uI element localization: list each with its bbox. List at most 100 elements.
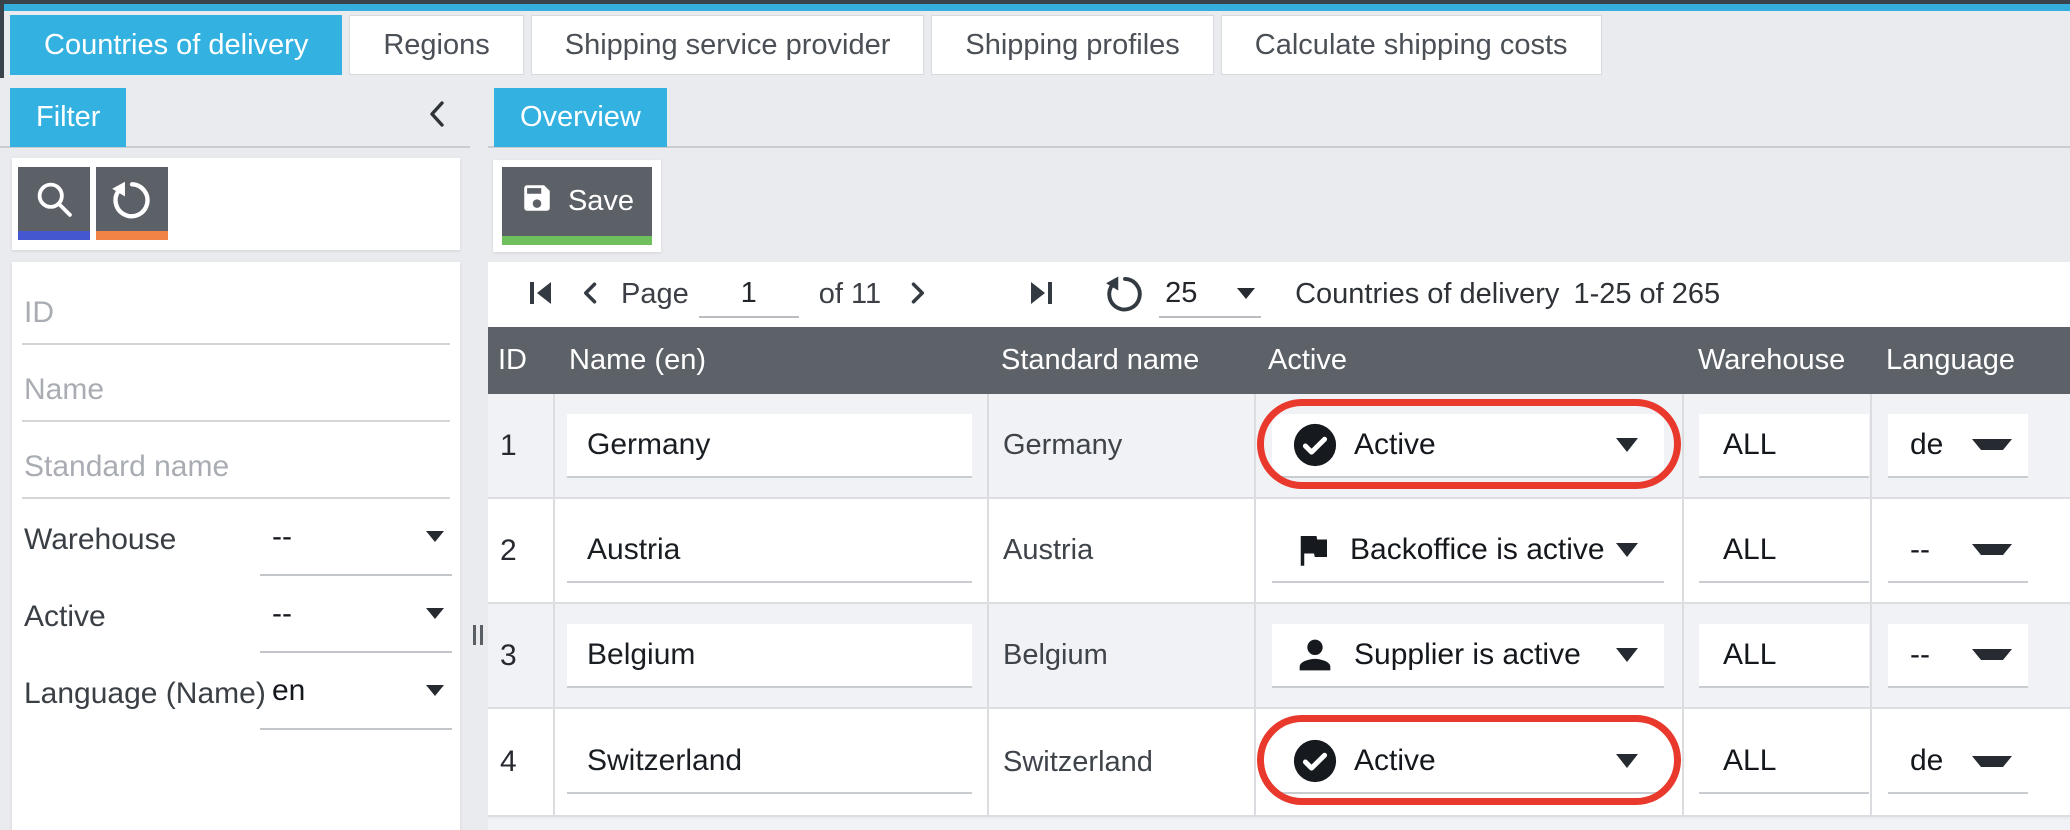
tab-shipping-profiles[interactable]: Shipping profiles xyxy=(931,15,1213,75)
caret-down-icon xyxy=(426,608,444,619)
person-icon xyxy=(1292,632,1338,678)
caret-down-icon xyxy=(1616,754,1638,768)
language-select[interactable]: -- xyxy=(1888,519,2028,583)
tab-countries-of-delivery[interactable]: Countries of delivery xyxy=(10,15,342,75)
row-id: 1 xyxy=(488,394,553,497)
table-row-partial xyxy=(488,819,2070,830)
warehouse-box[interactable]: ALL xyxy=(1699,730,1869,794)
filter-form-card: Warehouse -- Active -- Language (Name) e… xyxy=(12,262,460,830)
previous-page-button[interactable] xyxy=(577,277,605,312)
header-name-en: Name (en) xyxy=(553,344,987,377)
chevron-right-icon xyxy=(903,277,931,312)
row-warehouse-cell: ALL xyxy=(1682,499,1870,602)
caret-down-icon xyxy=(1972,756,2012,767)
row-id: 2 xyxy=(488,499,553,602)
save-button[interactable]: Save xyxy=(502,167,652,245)
language-value: -- xyxy=(1888,638,1930,672)
results-summary: Countries of delivery1-25 of 265 xyxy=(1295,278,1720,311)
tab-overview[interactable]: Overview xyxy=(494,88,667,147)
countries-table: ID Name (en) Standard name Active Wareho… xyxy=(488,327,2070,830)
rows-per-page-select[interactable]: 25 xyxy=(1159,272,1261,318)
row-warehouse-cell: ALL xyxy=(1682,709,1870,815)
active-filter-value: -- xyxy=(272,597,292,631)
row-language-cell: -- xyxy=(1870,604,2068,707)
refresh-button[interactable] xyxy=(1103,271,1147,318)
last-page-icon xyxy=(1025,277,1057,312)
tab-shipping-service-provider[interactable]: Shipping service provider xyxy=(531,15,925,75)
name-input-box xyxy=(567,624,972,688)
page-label: Page xyxy=(621,278,689,311)
active-status-label: Backoffice is active xyxy=(1350,533,1605,567)
rows-per-page-value: 25 xyxy=(1165,277,1197,310)
id-filter-input[interactable] xyxy=(22,268,450,343)
main-tab-bar: Countries of delivery Regions Shipping s… xyxy=(10,15,1602,75)
reset-filter-button[interactable] xyxy=(96,167,168,240)
filter-field-id xyxy=(22,268,450,345)
standard-name-filter-input[interactable] xyxy=(22,422,450,497)
language-select[interactable]: de xyxy=(1888,730,2028,794)
header-active: Active xyxy=(1254,344,1682,377)
language-filter-select[interactable]: en xyxy=(260,653,452,730)
warehouse-box[interactable]: ALL xyxy=(1699,519,1869,583)
warehouse-filter-value: -- xyxy=(272,520,292,554)
page-number-input[interactable] xyxy=(699,272,799,318)
active-select[interactable]: Backoffice is active xyxy=(1272,519,1664,583)
row-name-cell xyxy=(553,709,987,815)
overview-panel: Overview Save Page of 11 xyxy=(488,85,2070,830)
country-name-input[interactable] xyxy=(567,428,972,462)
next-page-button[interactable] xyxy=(903,277,931,312)
country-name-input[interactable] xyxy=(567,638,972,672)
country-name-input[interactable] xyxy=(567,744,972,778)
active-filter-select[interactable]: -- xyxy=(260,576,452,653)
page-count-label: of 11 xyxy=(819,278,881,311)
tab-regions[interactable]: Regions xyxy=(349,15,523,75)
collapse-panel-button[interactable] xyxy=(420,97,454,135)
warehouse-box[interactable]: ALL xyxy=(1699,624,1869,688)
warehouse-value: ALL xyxy=(1699,638,1776,672)
language-value: -- xyxy=(1888,533,1930,567)
caret-down-icon xyxy=(1972,439,2012,450)
language-select[interactable]: de xyxy=(1888,414,2028,478)
panel-splitter[interactable] xyxy=(470,85,488,830)
active-select[interactable]: Supplier is active xyxy=(1272,624,1664,688)
save-floppy-icon xyxy=(520,181,554,223)
row-name-cell xyxy=(553,604,987,707)
search-button[interactable] xyxy=(18,167,90,240)
header-id: ID xyxy=(488,344,553,377)
active-select[interactable]: Active xyxy=(1272,414,1664,478)
active-status-label: Active xyxy=(1354,744,1436,778)
row-active-cell: Backoffice is active xyxy=(1254,499,1682,602)
name-input-box xyxy=(567,414,972,478)
caret-down-icon xyxy=(1972,649,2012,660)
row-warehouse-cell: ALL xyxy=(1682,394,1870,497)
first-page-button[interactable] xyxy=(525,277,557,312)
header-standard-name: Standard name xyxy=(987,344,1254,377)
standard-name-text: Switzerland xyxy=(989,746,1153,779)
last-page-button[interactable] xyxy=(1025,277,1057,312)
active-select[interactable]: Active xyxy=(1272,730,1664,794)
pagination-bar: Page of 11 25 Countries of delivery1-25 … xyxy=(488,262,2070,327)
window-left-border xyxy=(0,0,4,78)
language-select[interactable]: -- xyxy=(1888,624,2028,688)
row-active-cell: Active xyxy=(1254,709,1682,815)
filter-field-active: Active -- xyxy=(22,576,450,653)
filter-field-name xyxy=(22,345,450,422)
save-button-label: Save xyxy=(568,185,634,218)
row-active-cell: Supplier is active xyxy=(1254,604,1682,707)
warehouse-box[interactable]: ALL xyxy=(1699,414,1869,478)
standard-name-text: Germany xyxy=(989,429,1122,462)
table-row: 2 Austria Backoffice is active xyxy=(488,499,2070,604)
name-input-box xyxy=(567,519,972,583)
results-summary-title: Countries of delivery xyxy=(1295,278,1559,310)
refresh-icon xyxy=(1103,271,1147,318)
caret-down-icon xyxy=(426,531,444,542)
name-filter-input[interactable] xyxy=(22,345,450,420)
row-name-cell xyxy=(553,394,987,497)
tab-filter[interactable]: Filter xyxy=(10,88,126,147)
warehouse-filter-select[interactable]: -- xyxy=(260,499,452,576)
name-input-box xyxy=(567,730,972,794)
tab-calculate-shipping-costs[interactable]: Calculate shipping costs xyxy=(1221,15,1602,75)
country-name-input[interactable] xyxy=(567,533,972,567)
top-accent-bar xyxy=(0,4,2070,11)
language-filter-label: Language (Name) xyxy=(24,677,266,711)
